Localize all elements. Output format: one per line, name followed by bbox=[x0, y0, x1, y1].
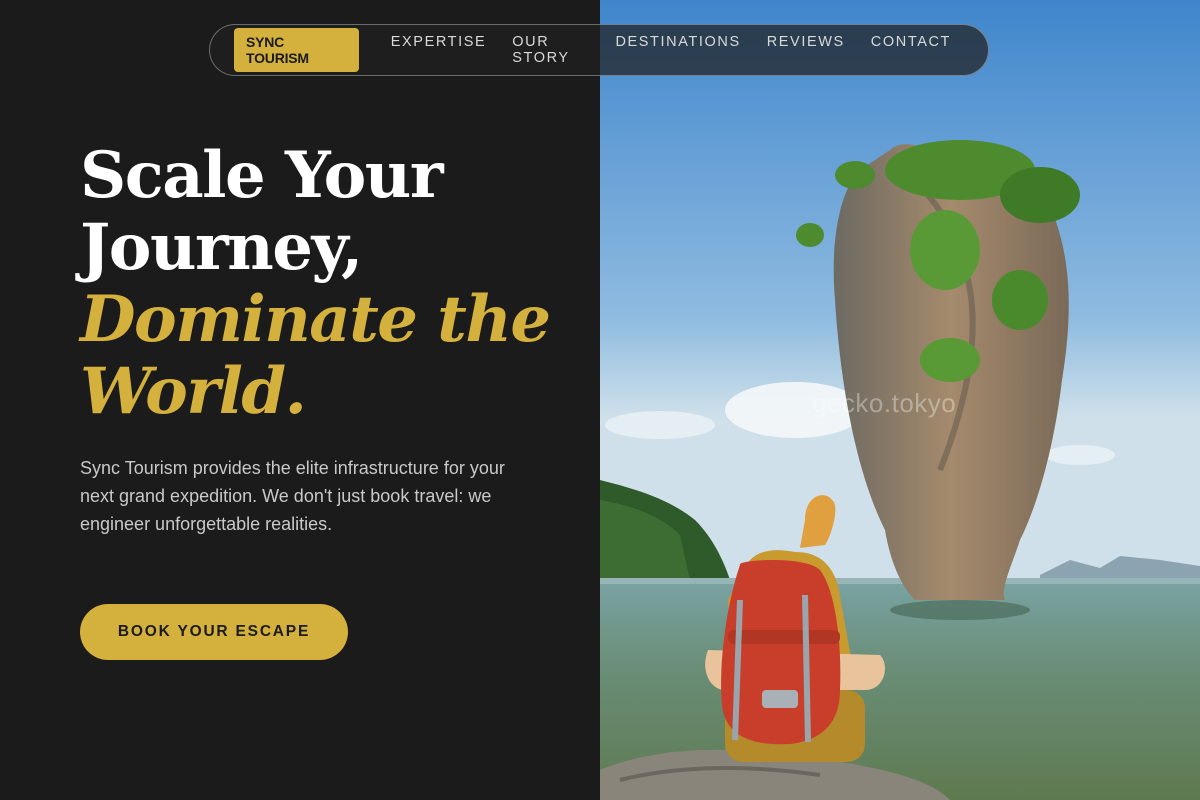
nav-link-expertise[interactable]: EXPERTISE bbox=[391, 34, 487, 66]
hero-photo: gecko.tokyo bbox=[600, 0, 1200, 800]
hero-headline: Scale Your Journey, Dominate the World. bbox=[80, 140, 580, 428]
hero-description: Sync Tourism provides the elite infrastr… bbox=[80, 458, 505, 534]
nav-link-our-story[interactable]: OUR STORY bbox=[512, 34, 589, 66]
headline-accent-line-1: Dominate the bbox=[80, 282, 551, 357]
headline-accent-line-2: World. bbox=[80, 354, 307, 429]
nav-link-reviews[interactable]: REVIEWS bbox=[767, 34, 845, 66]
nav-link-destinations[interactable]: DESTINATIONS bbox=[615, 34, 740, 66]
brand-logo-link[interactable]: SYNC TOURISM bbox=[234, 28, 359, 72]
headline-line-1: Scale Your bbox=[80, 138, 444, 213]
hero-section: Scale Your Journey, Dominate the World. … bbox=[80, 140, 580, 538]
landing-page: gecko.tokyo SYNC TOURISM EXPERTISE OUR S… bbox=[0, 0, 1200, 800]
book-escape-button[interactable]: BOOK YOUR ESCAPE bbox=[80, 604, 348, 660]
headline-line-2: Journey, bbox=[80, 210, 363, 285]
nav-link-contact[interactable]: CONTACT bbox=[871, 34, 951, 66]
main-navigation: SYNC TOURISM EXPERTISE OUR STORY DESTINA… bbox=[209, 24, 989, 76]
photo-watermark: gecko.tokyo bbox=[812, 388, 957, 418]
nav-links: EXPERTISE OUR STORY DESTINATIONS REVIEWS… bbox=[378, 34, 964, 66]
